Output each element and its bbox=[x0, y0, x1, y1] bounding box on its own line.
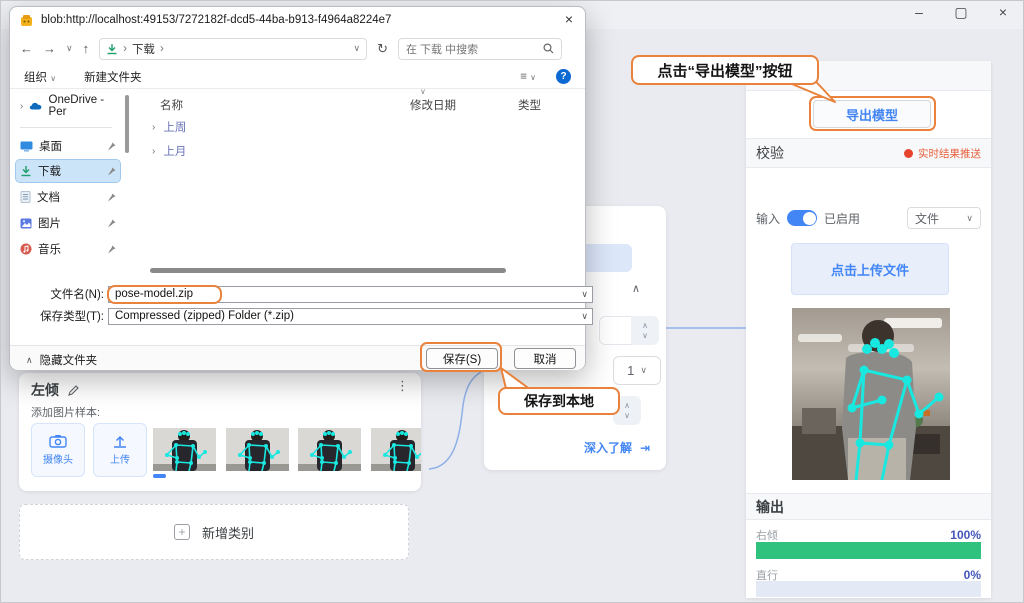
callout-save-tip: 保存到本地 bbox=[498, 387, 620, 415]
callout-tails bbox=[1, 1, 1024, 603]
callout-text: 点击“导出模型”按钮 bbox=[657, 60, 792, 81]
screen: – ▢ × 导出模型 校验 实时结果推送 输入 已启用 文件 ∨ 点击上传文件 bbox=[0, 0, 1024, 603]
callout-text: 保存到本地 bbox=[524, 391, 594, 411]
callout-export-tip: 点击“导出模型”按钮 bbox=[631, 55, 819, 85]
